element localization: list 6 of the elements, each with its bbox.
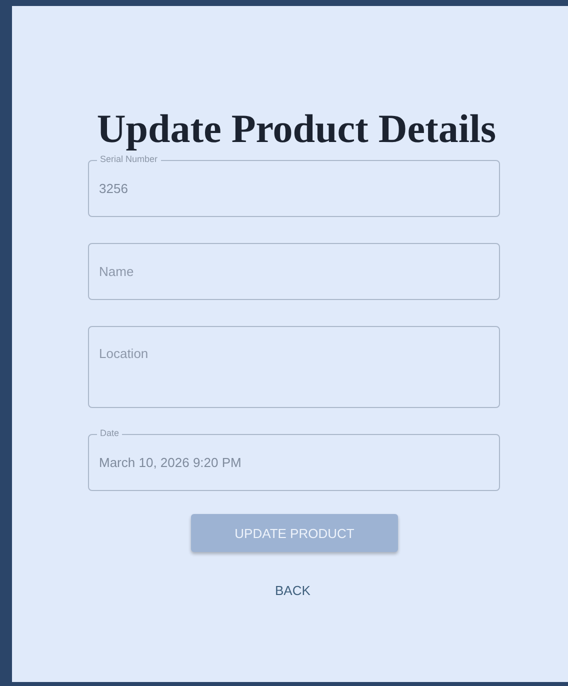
text-area[interactable]: Location [88, 326, 500, 408]
back-link[interactable]: BACK [275, 583, 310, 598]
input-field[interactable]: Name [88, 243, 500, 300]
field-label: Date [97, 427, 122, 439]
form-title: Update Product Details [96, 107, 496, 151]
field-label: Serial Number [97, 153, 161, 165]
